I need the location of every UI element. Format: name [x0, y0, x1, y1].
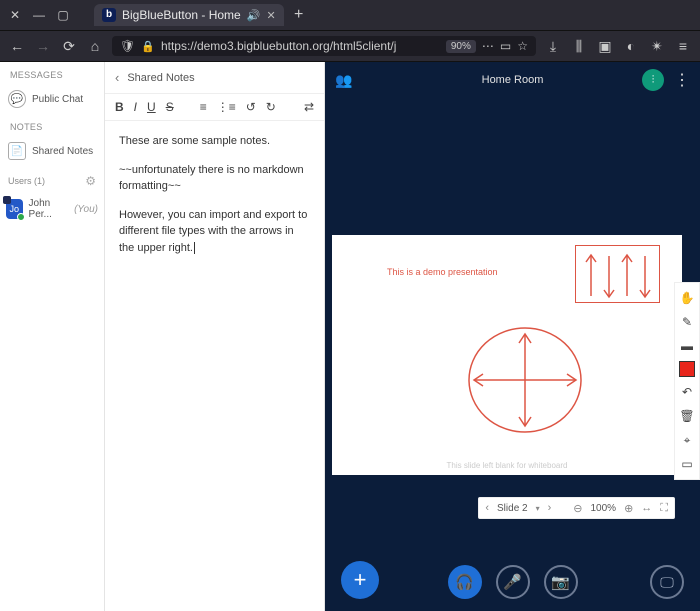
users-toggle-icon[interactable]: 👥 [335, 72, 352, 89]
tool-multiuser-icon[interactable]: ▭ [678, 455, 696, 473]
sidebar-item-label: Public Chat [32, 94, 83, 105]
tool-color-swatch[interactable] [679, 361, 695, 377]
prev-slide-button[interactable]: ‹ [485, 502, 489, 514]
slide-blank-caption: This slide left blank for whiteboard [332, 461, 682, 470]
nav-home-icon[interactable]: ⌂ [86, 38, 104, 54]
user-you-label: (You) [74, 204, 98, 215]
addon1-icon[interactable]: ◐ [622, 38, 640, 54]
notes-panel-title: Shared Notes [127, 72, 194, 84]
user-list-item[interactable]: Jo John Per... (You) [0, 192, 104, 226]
ordered-list-button[interactable]: ≡ [200, 100, 207, 114]
mute-button[interactable]: 🎤 [496, 565, 530, 599]
notes-icon: 📄 [8, 142, 26, 160]
tool-undo-icon[interactable]: ↶ [678, 383, 696, 401]
audio-button[interactable]: 🎧 [448, 565, 482, 599]
tab-audio-icon[interactable]: 🔊 [247, 9, 261, 22]
import-export-button[interactable]: ⇄ [304, 100, 314, 114]
browser-tab-active[interactable]: b BigBlueButton - Home 🔊 ✕ [94, 4, 284, 26]
sidebar-toggle-icon[interactable]: ▣ [596, 38, 614, 55]
tab-title: BigBlueButton - Home [122, 8, 241, 22]
notes-toolbar: B I U S ≡ ⋮≡ ↺ ↻ ⇄ [105, 94, 324, 121]
webcam-button[interactable]: 📷 [544, 565, 578, 599]
bookmark-star-icon[interactable]: ☆ [517, 39, 528, 53]
room-title: Home Room [482, 74, 544, 86]
presentation-area: 👥 Home Room ⫶ ⋮ This is a demo presentat… [325, 62, 700, 611]
tool-pencil-icon[interactable]: ✎ [678, 313, 696, 331]
lock-icon[interactable]: 🔒 [141, 40, 155, 53]
nav-back-icon[interactable]: ← [8, 38, 26, 54]
zoom-badge[interactable]: 90% [446, 40, 476, 53]
tool-thickness-icon[interactable]: ▬ [678, 337, 696, 355]
slide-select[interactable]: Slide 2 [497, 503, 528, 514]
undo-button[interactable]: ↺ [246, 100, 256, 114]
slide-demo-text: This is a demo presentation [387, 267, 498, 277]
unordered-list-button[interactable]: ⋮≡ [217, 100, 236, 114]
page-actions-icon[interactable]: ⋯ [482, 39, 494, 53]
downloads-icon[interactable]: ⤓ [544, 38, 562, 55]
nav-forward-icon: → [34, 38, 52, 54]
zoom-level: 100% [591, 503, 617, 514]
hamburger-menu-icon[interactable]: ≡ [674, 38, 692, 54]
addon2-icon[interactable]: ✴ [648, 38, 666, 55]
zoom-out-button[interactable]: ⊖ [573, 502, 582, 515]
sidebar-item-shared-notes[interactable]: 📄 Shared Notes [0, 136, 104, 166]
url-text: https://demo3.bigbluebutton.org/html5cli… [161, 39, 440, 53]
nav-reload-icon[interactable]: ⟳ [60, 38, 78, 55]
avatar-initials: Jo [10, 204, 20, 214]
sidebar-item-public-chat[interactable]: 💬 Public Chat [0, 84, 104, 114]
zoom-in-button[interactable]: ⊕ [624, 502, 633, 515]
notes-back-icon[interactable]: ‹ [115, 70, 119, 85]
tool-trash-icon[interactable]: 🗑 [678, 407, 696, 425]
italic-button[interactable]: I [134, 100, 137, 114]
tab-close-icon[interactable]: ✕ [266, 9, 275, 22]
window-close-icon[interactable]: ✕ [6, 8, 24, 22]
presenter-badge-icon [3, 196, 11, 204]
notes-line: These are some sample notes. [119, 133, 310, 150]
slide-dropdown-icon[interactable]: ▾ [536, 504, 540, 513]
users-settings-icon[interactable]: ⚙ [85, 174, 96, 188]
tool-hand-icon[interactable]: ✋ [678, 289, 696, 307]
avatar: Jo [6, 199, 23, 219]
notes-editor[interactable]: These are some sample notes. ~~unfortuna… [105, 121, 324, 611]
favicon-icon: b [102, 8, 116, 22]
shared-notes-panel: ‹ Shared Notes B I U S ≡ ⋮≡ ↺ ↻ ⇄ These … [105, 62, 325, 611]
notes-line: However, you can import and export to di… [119, 209, 307, 254]
slide-controls: ‹ Slide 2 ▾ › ⊖ 100% ⊕ ↔ ⛶ [478, 497, 675, 519]
reader-icon[interactable]: ▭ [500, 39, 511, 53]
url-bar[interactable]: 🛡 🔒 https://demo3.bigbluebutton.org/html… [112, 36, 536, 56]
notes-line: ~~unfortunately there is no markdown for… [119, 162, 310, 195]
annotation-arrows-box [575, 245, 660, 303]
new-tab-button[interactable]: + [290, 6, 308, 24]
bold-button[interactable]: B [115, 100, 124, 114]
online-status-icon [17, 213, 25, 221]
chat-icon: 💬 [8, 90, 26, 108]
tool-pointer-icon[interactable]: ⌖ [678, 431, 696, 449]
slide-canvas[interactable]: This is a demo presentation [332, 235, 682, 475]
strike-button[interactable]: S [166, 100, 174, 114]
underline-button[interactable]: U [147, 100, 156, 114]
notes-section-header: Notes [0, 114, 104, 136]
window-maximize-icon[interactable]: ▢ [54, 8, 72, 22]
options-menu-icon[interactable]: ⋮ [674, 70, 690, 90]
fullscreen-button[interactable]: ⛶ [660, 502, 668, 515]
fit-width-button[interactable]: ↔ [641, 502, 652, 514]
redo-button[interactable]: ↻ [266, 100, 276, 114]
arrows-svg [576, 246, 661, 304]
users-section-header: Users (1) [8, 176, 45, 186]
screenshare-button[interactable]: 🖵 [650, 565, 684, 599]
library-icon[interactable]: ⫼ [570, 38, 588, 55]
shield-icon[interactable]: 🛡 [120, 39, 135, 53]
user-name: John Per... [29, 198, 69, 220]
connection-status-icon[interactable]: ⫶ [642, 69, 664, 91]
messages-section-header: Messages [0, 62, 104, 84]
window-minimize-icon[interactable]: — [30, 8, 48, 22]
sidebar-item-label: Shared Notes [32, 146, 93, 157]
next-slide-button[interactable]: › [548, 502, 552, 514]
whiteboard-tools: ✋ ✎ ▬ ↶ 🗑 ⌖ ▭ [674, 282, 700, 480]
annotation-circle-cross [467, 325, 582, 435]
left-sidebar: Messages 💬 Public Chat Notes 📄 Shared No… [0, 62, 105, 611]
text-cursor [194, 242, 195, 254]
